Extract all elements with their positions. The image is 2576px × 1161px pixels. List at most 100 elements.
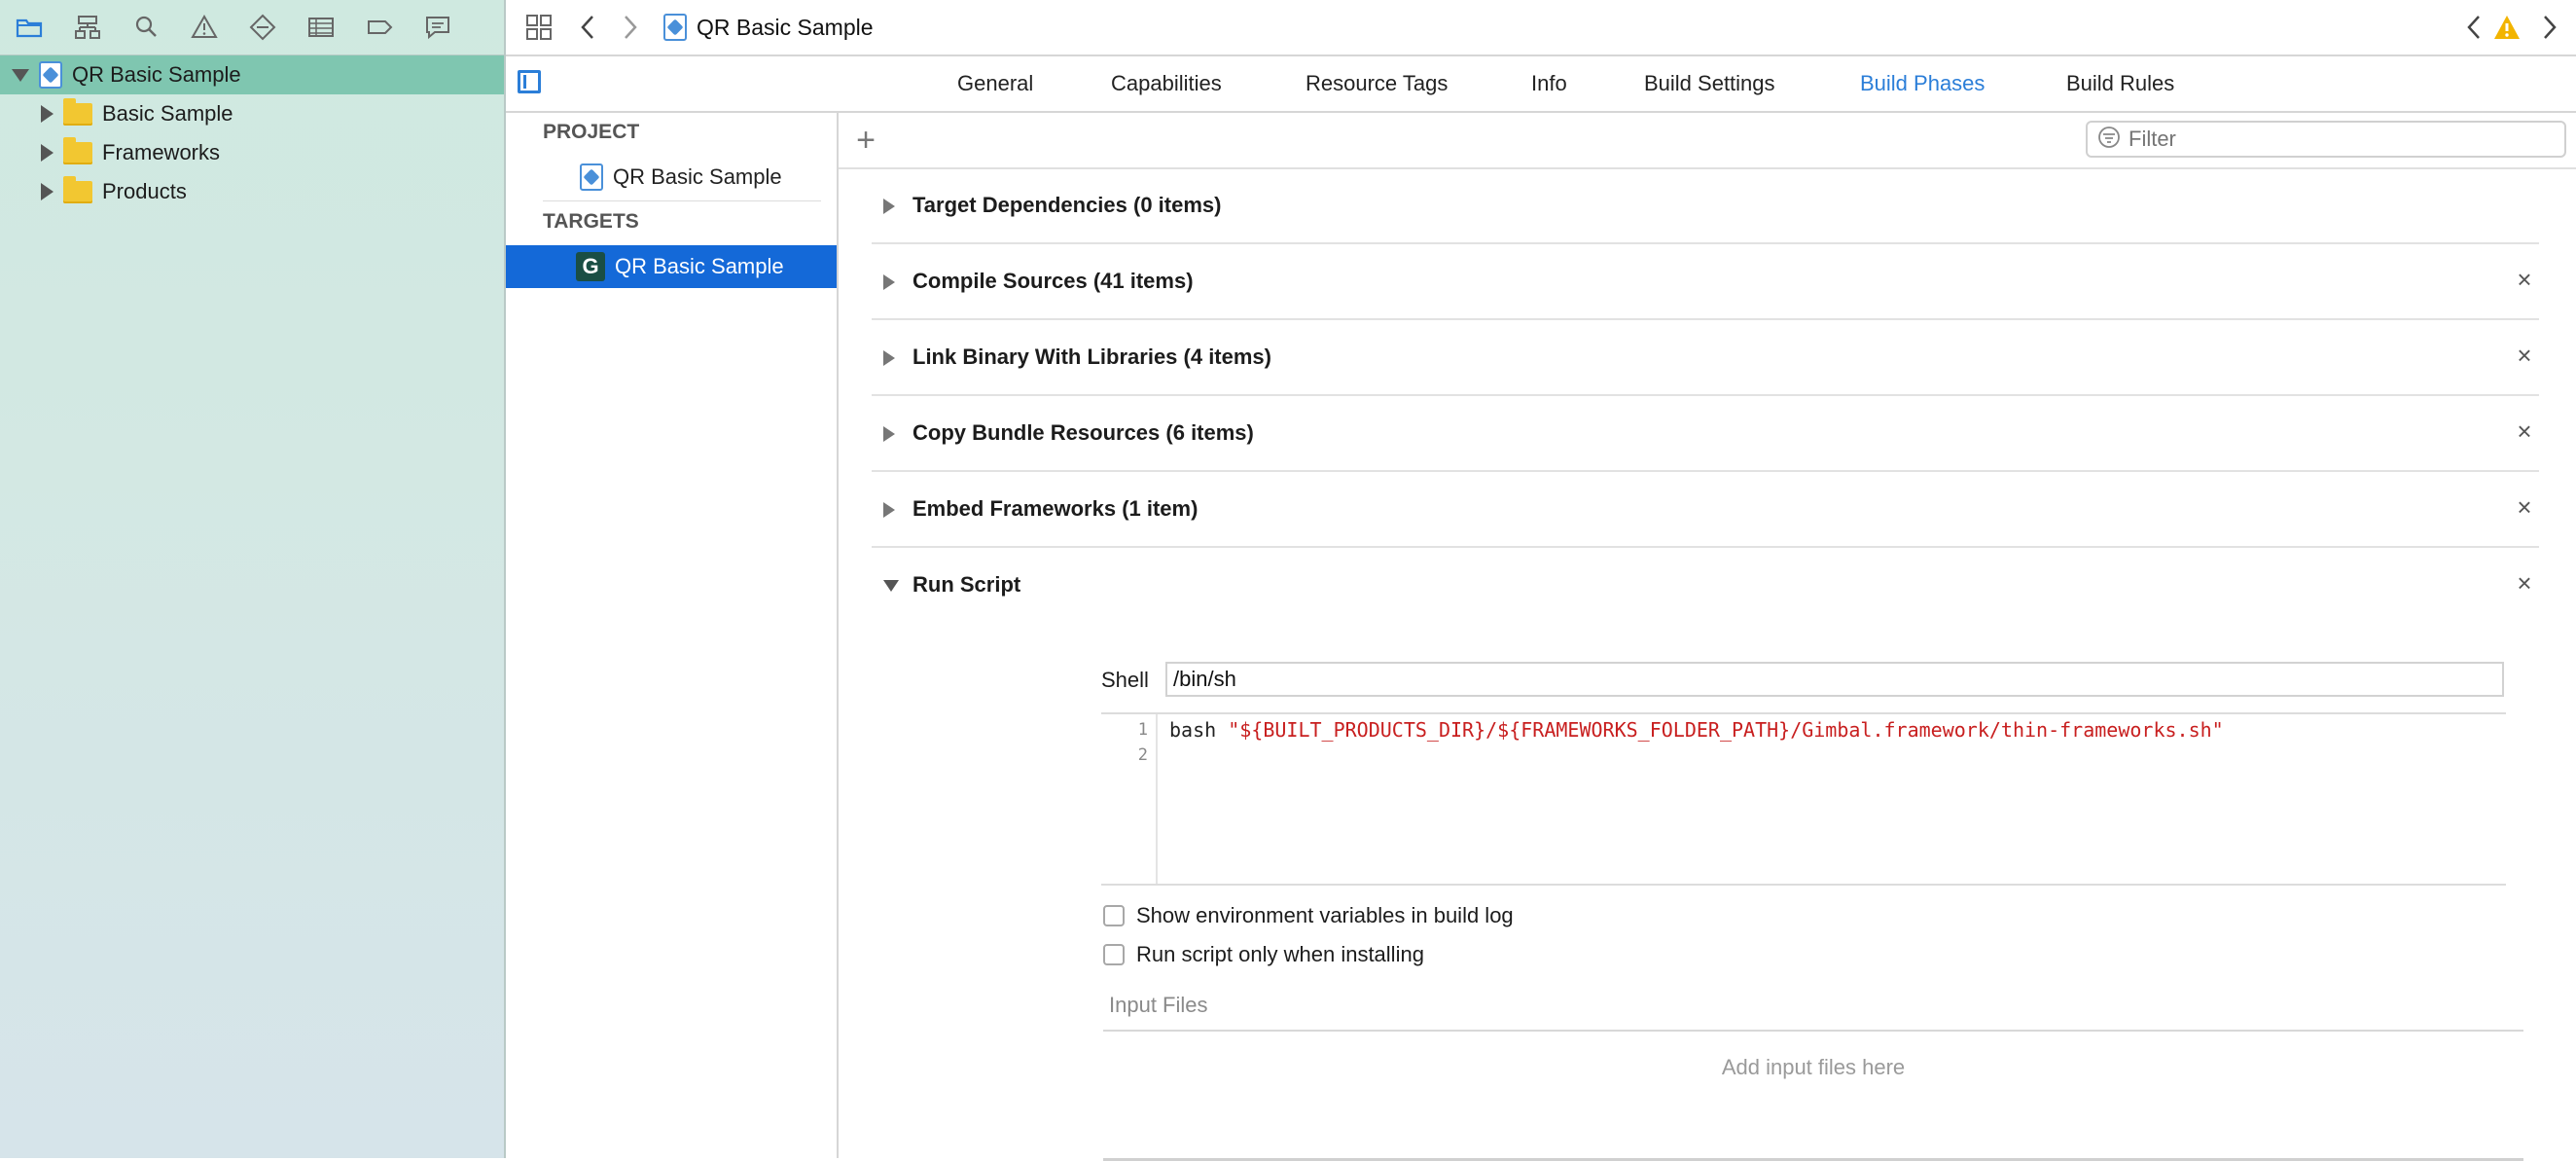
phase-link-binary[interactable]: Link Binary With Libraries (4 items) ×	[872, 319, 2539, 396]
code-line[interactable]: bash "${BUILT_PRODUCTS_DIR}/${FRAMEWORKS…	[1169, 718, 2224, 742]
disclosure-right-icon[interactable]	[883, 274, 895, 290]
phase-title: Run Script	[912, 572, 1021, 597]
hierarchy-icon[interactable]	[58, 0, 117, 54]
close-icon[interactable]: ×	[2510, 265, 2539, 295]
tree-item-label: Frameworks	[102, 140, 221, 164]
tab-info[interactable]: Info	[1531, 71, 1567, 96]
related-items-icon[interactable]	[512, 0, 566, 54]
forward-arrow-icon[interactable]	[609, 0, 652, 54]
tree-item-products[interactable]: Products	[0, 172, 504, 211]
target-item-label: QR Basic Sample	[615, 254, 784, 278]
jump-bar-title[interactable]: QR Basic Sample	[697, 15, 874, 41]
phase-run-script[interactable]: Run Script ×	[872, 547, 2539, 622]
editor-tab-bar: General Capabilities Resource Tags Info …	[506, 56, 2576, 113]
code-string: "${BUILT_PRODUCTS_DIR}/${FRAMEWORKS_FOLD…	[1228, 718, 2224, 742]
search-icon[interactable]	[117, 0, 175, 54]
tab-build-rules[interactable]: Build Rules	[2066, 71, 2174, 96]
filter-icon	[2097, 126, 2121, 154]
close-icon[interactable]: ×	[2510, 417, 2539, 447]
input-files-empty-text: Add input files here	[1721, 1055, 1906, 1079]
phase-target-dependencies[interactable]: Target Dependencies (0 items)	[872, 167, 2539, 244]
project-icon	[663, 14, 687, 41]
line-number-gutter: 1 2	[1101, 714, 1158, 884]
disclosure-right-icon[interactable]	[41, 105, 54, 123]
tree-item-label: Basic Sample	[102, 101, 233, 126]
issue-back-icon[interactable]	[2465, 15, 2483, 45]
test-icon[interactable]	[233, 0, 292, 54]
disclosure-right-icon[interactable]	[41, 144, 54, 162]
filter-input[interactable]	[2127, 126, 2539, 153]
disclosure-right-icon[interactable]	[883, 350, 895, 366]
input-files-heading: Input Files	[1109, 993, 1208, 1017]
target-item[interactable]: G QR Basic Sample	[506, 245, 837, 288]
navigator-toolbar	[0, 0, 504, 55]
checkbox[interactable]	[1103, 944, 1125, 965]
issue-forward-icon[interactable]	[2541, 15, 2558, 45]
build-phases-editor: + Target Dependencies (0 items) Compile …	[839, 113, 2576, 1161]
list-icon[interactable]	[292, 0, 350, 54]
phase-title: Compile Sources (41 items)	[912, 269, 1194, 293]
folder-icon[interactable]	[0, 0, 58, 54]
tree-root-row[interactable]: QR Basic Sample	[0, 55, 504, 94]
disclosure-right-icon[interactable]	[883, 426, 895, 442]
warning-badge-icon[interactable]	[2492, 14, 2522, 46]
tab-capabilities[interactable]: Capabilities	[1111, 71, 1222, 96]
phase-title: Link Binary With Libraries (4 items)	[912, 345, 1271, 369]
disclosure-right-icon[interactable]	[41, 183, 54, 200]
script-editor[interactable]: 1 2 bash "${BUILT_PRODUCTS_DIR}/${FRAMEW…	[1101, 712, 2506, 886]
comment-icon[interactable]	[409, 0, 467, 54]
option-show-env-vars[interactable]: Show environment variables in build log	[1103, 903, 1514, 928]
back-arrow-icon[interactable]	[566, 0, 609, 54]
tree-item-frameworks[interactable]: Frameworks	[0, 133, 504, 172]
tab-general[interactable]: General	[957, 71, 1033, 96]
tree-root-label: QR Basic Sample	[72, 62, 241, 87]
checkbox-label: Show environment variables in build log	[1136, 903, 1514, 927]
line-number: 2	[1137, 745, 1148, 765]
disclosure-down-icon[interactable]	[883, 580, 899, 592]
folder-icon	[63, 97, 92, 126]
phase-compile-sources[interactable]: Compile Sources (41 items) ×	[872, 243, 2539, 320]
filter-field[interactable]	[2086, 121, 2566, 158]
folder-icon	[63, 136, 92, 164]
project-icon	[39, 61, 62, 89]
input-files-drop-area[interactable]: Add input files here	[1103, 1032, 2523, 1161]
phase-title: Copy Bundle Resources (6 items)	[912, 420, 1254, 445]
editor-toolbar: +	[839, 113, 2576, 169]
project-icon	[580, 163, 603, 191]
sidebar-toggle-icon[interactable]	[518, 70, 541, 93]
disclosure-right-icon[interactable]	[883, 199, 895, 214]
editor-jump-bar: QR Basic Sample	[506, 0, 2576, 56]
phase-embed-frameworks[interactable]: Embed Frameworks (1 item) ×	[872, 471, 2539, 548]
input-files-header: Input Files	[1103, 989, 2523, 1032]
shell-input[interactable]	[1165, 662, 2504, 697]
tree-item-basic-sample[interactable]: Basic Sample	[0, 94, 504, 133]
option-run-only-installing[interactable]: Run script only when installing	[1103, 942, 1424, 967]
close-icon[interactable]: ×	[2510, 492, 2539, 523]
phase-title: Embed Frameworks (1 item)	[912, 496, 1199, 521]
project-target-list: PROJECT QR Basic Sample TARGETS G QR Bas…	[506, 113, 839, 1158]
close-icon[interactable]: ×	[2510, 568, 2539, 599]
targets-heading: TARGETS	[543, 210, 639, 233]
project-heading: PROJECT	[543, 121, 640, 143]
phase-title: Target Dependencies (0 items)	[912, 193, 1222, 217]
disclosure-down-icon[interactable]	[12, 68, 29, 82]
project-item[interactable]: QR Basic Sample	[506, 156, 837, 199]
breakpoint-icon[interactable]	[350, 0, 409, 54]
line-number: 1	[1137, 720, 1148, 740]
shell-label: Shell	[1101, 668, 1149, 692]
project-navigator: QR Basic Sample Basic Sample Frameworks …	[0, 0, 506, 1158]
code-command: bash	[1169, 718, 1229, 742]
tab-build-settings[interactable]: Build Settings	[1644, 71, 1775, 96]
tab-resource-tags[interactable]: Resource Tags	[1306, 71, 1448, 96]
checkbox-label: Run script only when installing	[1136, 942, 1424, 966]
divider	[543, 200, 821, 201]
tab-build-phases[interactable]: Build Phases	[1860, 71, 1985, 96]
close-icon[interactable]: ×	[2510, 341, 2539, 371]
disclosure-right-icon[interactable]	[883, 502, 895, 518]
phase-copy-bundle-resources[interactable]: Copy Bundle Resources (6 items) ×	[872, 395, 2539, 472]
warning-icon[interactable]	[175, 0, 233, 54]
tree-item-label: Products	[102, 179, 187, 203]
target-app-icon: G	[576, 252, 605, 281]
add-phase-button[interactable]: +	[848, 123, 883, 158]
checkbox[interactable]	[1103, 905, 1125, 926]
